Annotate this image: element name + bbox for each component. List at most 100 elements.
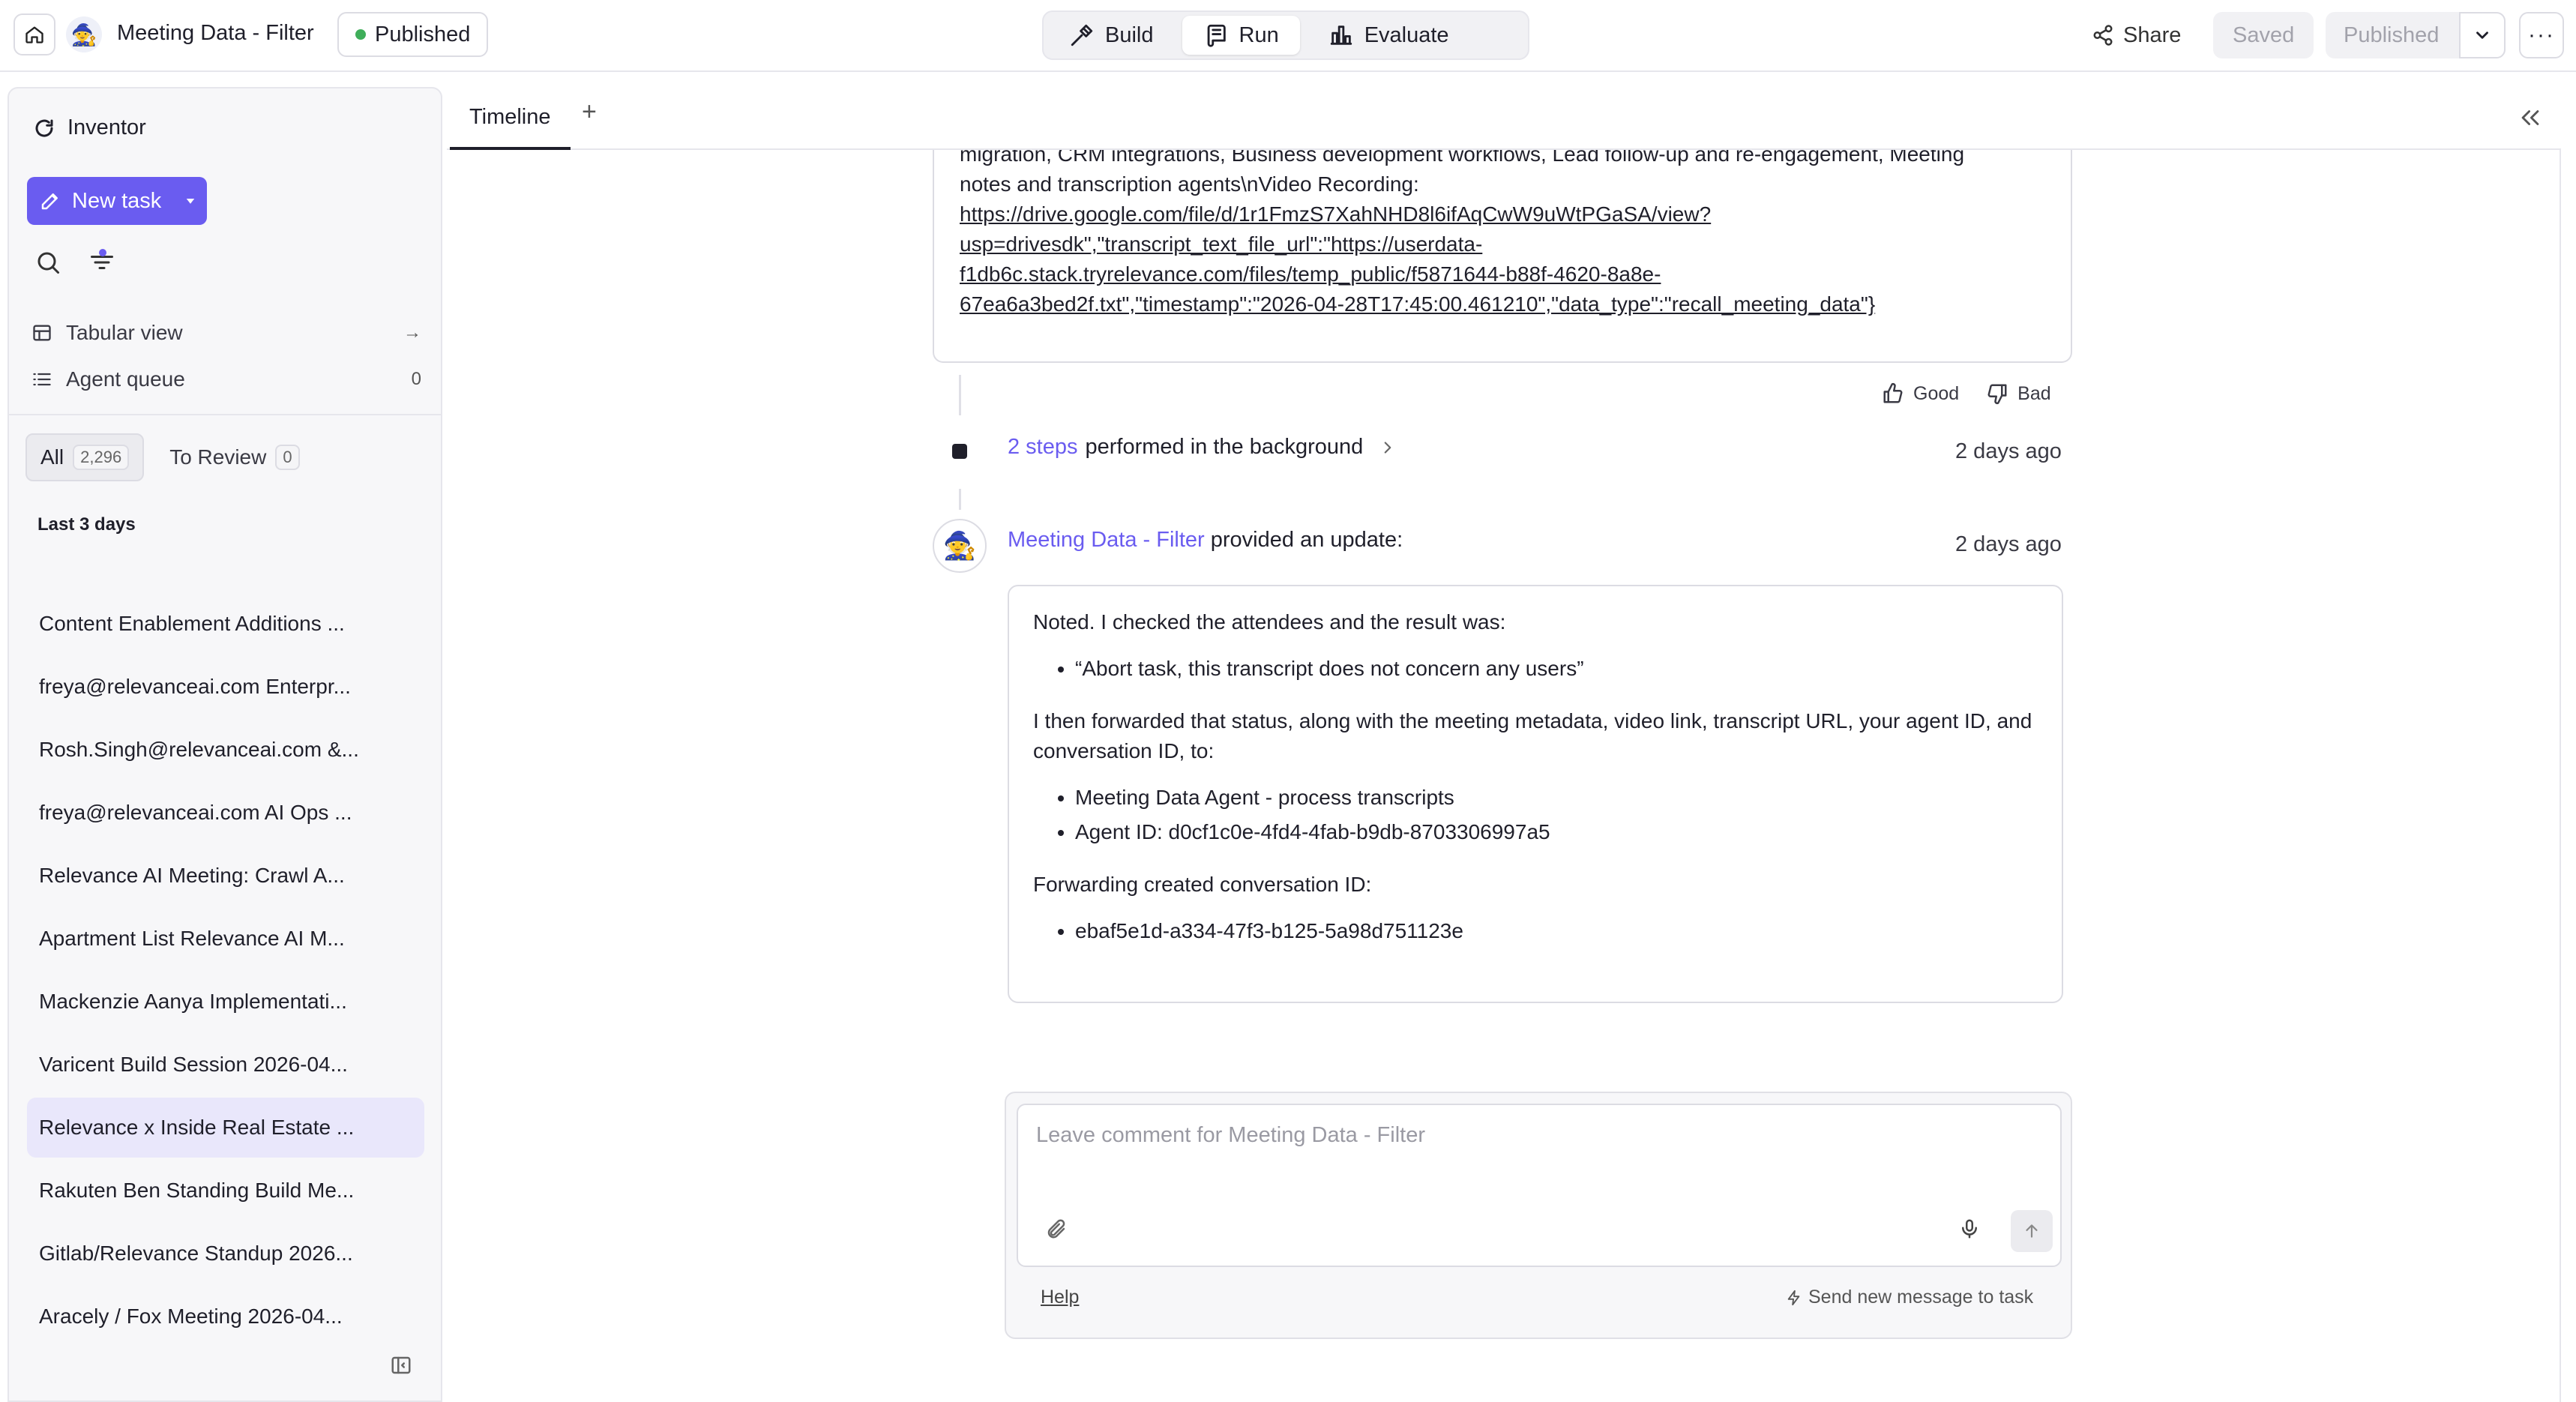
microphone-icon: [1962, 1219, 1977, 1239]
arrow-right-icon: →: [403, 322, 421, 343]
workspace-name: Inventor: [67, 115, 146, 139]
task-list-item[interactable]: Rosh.Singh@relevanceai.com &...: [27, 720, 424, 780]
tab-to-review-count: 0: [275, 445, 300, 470]
share-label: Share: [2123, 22, 2182, 47]
lightning-icon: [1787, 1290, 1800, 1305]
send-button[interactable]: [2011, 1210, 2053, 1252]
task-list-item[interactable]: Content Enablement Additions ...: [27, 594, 424, 654]
agent-queue-link[interactable]: Agent queue 0: [31, 358, 421, 400]
agent-name-link[interactable]: Meeting Data - Filter: [1008, 528, 1205, 552]
tabular-view-link[interactable]: Tabular view →: [31, 312, 421, 354]
timeline-step-marker: [952, 444, 967, 459]
refresh-icon: [35, 119, 53, 137]
new-task-dropdown[interactable]: [174, 177, 207, 225]
previous-message-text: migration, CRM integrations, Business de…: [960, 139, 2054, 319]
background-steps-row[interactable]: 2 steps performed in the background: [1008, 435, 1397, 460]
add-tab-button[interactable]: +: [582, 97, 597, 127]
update-text: provided an update:: [1210, 528, 1403, 552]
transcript-link[interactable]: usp=drivesdk","transcript_text_file_url"…: [960, 229, 2054, 259]
search-icon[interactable]: [34, 249, 61, 276]
top-bar: 🧙 Meeting Data - Filter Published Build …: [0, 0, 2576, 72]
caret-down-icon: [186, 199, 195, 204]
task-list-item[interactable]: Gitlab/Relevance Standup 2026...: [27, 1224, 424, 1284]
result-list: “Abort task, this transcript does not co…: [1075, 654, 2038, 684]
list-item: ebaf5e1d-a334-47f3-b125-5a98d751123e: [1075, 916, 2038, 946]
steps-timestamp: 2 days ago: [1955, 439, 2062, 463]
collapse-panel-button[interactable]: [2518, 105, 2543, 130]
task-list-item[interactable]: Rakuten Ben Standing Build Me...: [27, 1161, 424, 1221]
mode-evaluate-label: Evaluate: [1364, 22, 1449, 47]
help-link[interactable]: Help: [1041, 1287, 1079, 1308]
new-task-main[interactable]: New task: [27, 189, 174, 214]
collapse-sidebar-button[interactable]: [390, 1354, 412, 1377]
edit-icon: [41, 193, 58, 210]
previous-message-card: migration, CRM integrations, Business de…: [933, 135, 2072, 363]
new-task-button[interactable]: New task: [27, 177, 207, 225]
voice-input-button[interactable]: [1958, 1218, 1981, 1240]
steps-link[interactable]: 2 steps: [1008, 435, 1078, 460]
good-feedback-button[interactable]: Good: [1882, 382, 1959, 405]
agent-queue-count: 0: [411, 369, 421, 389]
task-list-item[interactable]: Aracely / Fox Meeting 2026-04...: [27, 1287, 424, 1347]
scroll-icon: [1207, 24, 1226, 47]
bad-feedback-button[interactable]: Bad: [1986, 382, 2051, 405]
mode-evaluate-button[interactable]: Evaluate: [1307, 16, 1470, 55]
send-new-label: Send new message to task: [1808, 1287, 2034, 1308]
transcript-link[interactable]: 67ea6a3bed2f.txt","timestamp":"2026-04-2…: [960, 289, 2054, 319]
tab-to-review[interactable]: To Review 0: [156, 433, 313, 481]
task-list-item[interactable]: Relevance AI Meeting: Crawl A...: [27, 846, 424, 906]
forward-list: Meeting Data Agent - process transcripts…: [1075, 783, 2038, 847]
mode-run-button[interactable]: Run: [1182, 16, 1300, 55]
tab-to-review-label: To Review: [169, 445, 267, 469]
tab-all[interactable]: All 2,296: [25, 433, 145, 481]
workspace-row[interactable]: Inventor: [33, 115, 146, 140]
task-list-item[interactable]: Mackenzie Aanya Implementati...: [27, 972, 424, 1032]
share-icon: [2093, 25, 2113, 46]
task-list-item[interactable]: freya@relevanceai.com AI Ops ...: [27, 783, 424, 843]
mode-build-button[interactable]: Build: [1048, 16, 1175, 55]
task-list-item-selected[interactable]: Relevance x Inside Real Estate ...: [27, 1098, 424, 1158]
transcript-link[interactable]: f1db6c.stack.tryrelevance.com/files/temp…: [960, 259, 2054, 289]
mode-run-label: Run: [1239, 22, 1279, 47]
status-dot: [355, 29, 366, 40]
comment-composer: Leave comment for Meeting Data - Filter …: [1005, 1092, 2072, 1339]
chevron-down-icon: [2476, 31, 2488, 39]
home-button[interactable]: [13, 13, 55, 55]
main-right-border: [2560, 87, 2561, 1402]
more-options-button[interactable]: ···: [2519, 12, 2564, 58]
home-icon: [25, 26, 43, 43]
tabular-view-label: Tabular view: [66, 321, 183, 344]
task-filter-tabs: All 2,296 To Review 0: [25, 433, 313, 481]
thumbs-down-icon: [1987, 384, 2007, 405]
publish-options-button[interactable]: [2459, 12, 2506, 58]
tab-timeline[interactable]: Timeline: [450, 87, 571, 150]
sidebar-collapse-icon: [391, 1356, 411, 1374]
send-new-message-button[interactable]: Send new message to task: [1786, 1287, 2033, 1308]
chevrons-left-icon: [2521, 110, 2539, 125]
task-list-item[interactable]: freya@relevanceai.com Enterpr...: [27, 657, 424, 717]
comment-input[interactable]: Leave comment for Meeting Data - Filter: [1017, 1104, 2062, 1267]
tab-bar: Timeline +: [447, 87, 2561, 150]
update-header: Meeting Data - Filter provided an update…: [1008, 528, 1403, 553]
forward-text: I then forwarded that status, along with…: [1033, 709, 2032, 762]
task-list-item[interactable]: Varicent Build Session 2026-04...: [27, 1035, 424, 1095]
feedback-row: Good Bad: [1882, 382, 2051, 405]
task-group-label: Last 3 days: [37, 514, 136, 535]
video-link[interactable]: https://drive.google.com/file/d/1r1FmzS7…: [960, 199, 2054, 229]
update-timestamp: 2 days ago: [1955, 532, 2062, 556]
thumbs-up-icon: [1883, 382, 1903, 403]
list-item: “Abort task, this transcript does not co…: [1075, 654, 2038, 684]
attach-button[interactable]: [1045, 1218, 1068, 1240]
paperclip-icon: [1047, 1219, 1065, 1239]
mode-build-label: Build: [1105, 22, 1154, 47]
tab-all-label: All: [40, 445, 64, 469]
share-button[interactable]: Share: [2092, 16, 2181, 54]
task-list-item[interactable]: Apartment List Relevance AI M...: [27, 909, 424, 969]
list-item: Meeting Data Agent - process transcripts: [1075, 783, 2038, 813]
timeline-connector: [959, 489, 961, 510]
saved-button[interactable]: Saved: [2213, 12, 2314, 58]
created-label: Forwarding created conversation ID:: [1033, 873, 1372, 896]
hammer-icon: [1071, 24, 1093, 46]
filter-active-dot: [99, 249, 106, 256]
agent-title: Meeting Data - Filter: [117, 21, 314, 45]
